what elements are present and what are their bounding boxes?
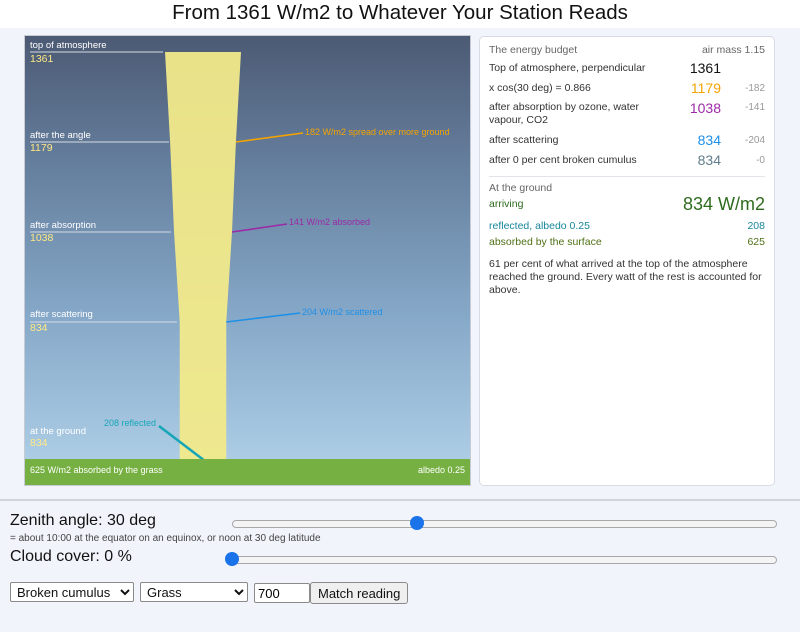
- spread-note: 182 W/m2 spread over more ground: [305, 127, 450, 137]
- arriving-label: arriving: [489, 198, 524, 210]
- absorbed-note: 141 W/m2 absorbed: [289, 217, 371, 227]
- reflected-note: 208 reflected: [104, 418, 157, 428]
- panel-divider: [489, 176, 765, 177]
- absorbed-line: [231, 223, 288, 233]
- budget-row-delta: -0: [756, 155, 765, 166]
- albedo-label: albedo 0.25: [417, 465, 465, 475]
- page-title: From 1361 W/m2 to Whatever Your Station …: [172, 1, 628, 24]
- stage-label-absorption: after absorption: [30, 220, 97, 231]
- surface-select[interactable]: Grass: [140, 582, 248, 602]
- reflected-label: reflected, albedo 0.25: [489, 220, 590, 232]
- ground-absorbed-label: 625 W/m2 absorbed by the grass: [30, 465, 163, 475]
- stage-value-ground: 834: [30, 437, 48, 449]
- cloud-slider-thumb[interactable]: [225, 552, 239, 566]
- stage-label-angle: after the angle: [30, 130, 91, 141]
- station-reading-input[interactable]: [254, 583, 310, 603]
- budget-row-label: x cos(30 deg) = 0.866: [489, 82, 591, 94]
- summary-text: 61 per cent of what arrived at the top o…: [489, 258, 762, 296]
- budget-row-label: after absorption by ozone, water vapour,…: [489, 101, 640, 126]
- controls-panel: Zenith angle: 30 deg = about 10:00 at th…: [0, 499, 800, 632]
- absorbed-label: absorbed by the surface: [489, 236, 602, 248]
- budget-row-value: 1038: [689, 100, 721, 116]
- budget-row-delta: -141: [744, 102, 765, 113]
- stage-value-absorption: 1038: [30, 232, 54, 244]
- ground-heading: At the ground: [489, 182, 553, 194]
- cloud-label: Cloud cover: 0 %: [10, 548, 132, 565]
- absorbed-value: 625: [747, 236, 765, 248]
- stage-value-angle: 1179: [30, 142, 53, 154]
- budget-row-value: 1179: [690, 80, 721, 96]
- panel-heading: The energy budget: [489, 44, 578, 56]
- zenith-slider[interactable]: [232, 516, 777, 530]
- spread-line: [235, 132, 304, 143]
- budget-row-value: 834: [697, 152, 721, 168]
- budget-row-label: Top of atmosphere, perpendicular: [489, 62, 646, 74]
- stage-value-scattering: 834: [30, 322, 48, 334]
- beam-diagram: top of atmosphere 1361 after the angle 1…: [24, 35, 471, 486]
- beam-svg: [30, 51, 304, 463]
- cloud-slider-track[interactable]: [232, 556, 777, 564]
- arriving-value: 834 W/m2: [682, 194, 765, 214]
- beam-shape: [165, 52, 241, 462]
- reflected-value: 208: [747, 220, 765, 232]
- scattered-note: 204 W/m2 scattered: [302, 307, 383, 317]
- cloud-slider[interactable]: [225, 552, 777, 566]
- stage-value-top: 1361: [30, 53, 54, 65]
- match-reading-button[interactable]: Match reading: [310, 582, 409, 604]
- budget-row-value: 1361: [689, 60, 721, 76]
- air-mass-label: air mass 1.15: [701, 44, 765, 56]
- budget-row-value: 834: [697, 132, 721, 148]
- budget-row-label: after 0 per cent broken cumulus: [489, 154, 637, 166]
- budget-row-delta: -204: [744, 135, 765, 146]
- zenith-label: Zenith angle: 30 deg: [10, 512, 156, 529]
- energy-budget-panel: The energy budget air mass 1.15 Top of a…: [479, 36, 775, 486]
- zenith-slider-track[interactable]: [232, 520, 777, 528]
- scattered-line: [226, 312, 301, 323]
- zenith-hint: = about 10:00 at the equator on an equin…: [10, 533, 321, 544]
- cloud-type-select[interactable]: Broken cumulus: [10, 582, 134, 602]
- budget-row-label: after scattering: [489, 134, 559, 146]
- stage-label-ground: at the ground: [30, 426, 86, 437]
- stage-label-top: top of atmosphere: [30, 40, 107, 51]
- stage-label-scattering: after scattering: [30, 309, 93, 320]
- budget-row-delta: -182: [744, 83, 765, 94]
